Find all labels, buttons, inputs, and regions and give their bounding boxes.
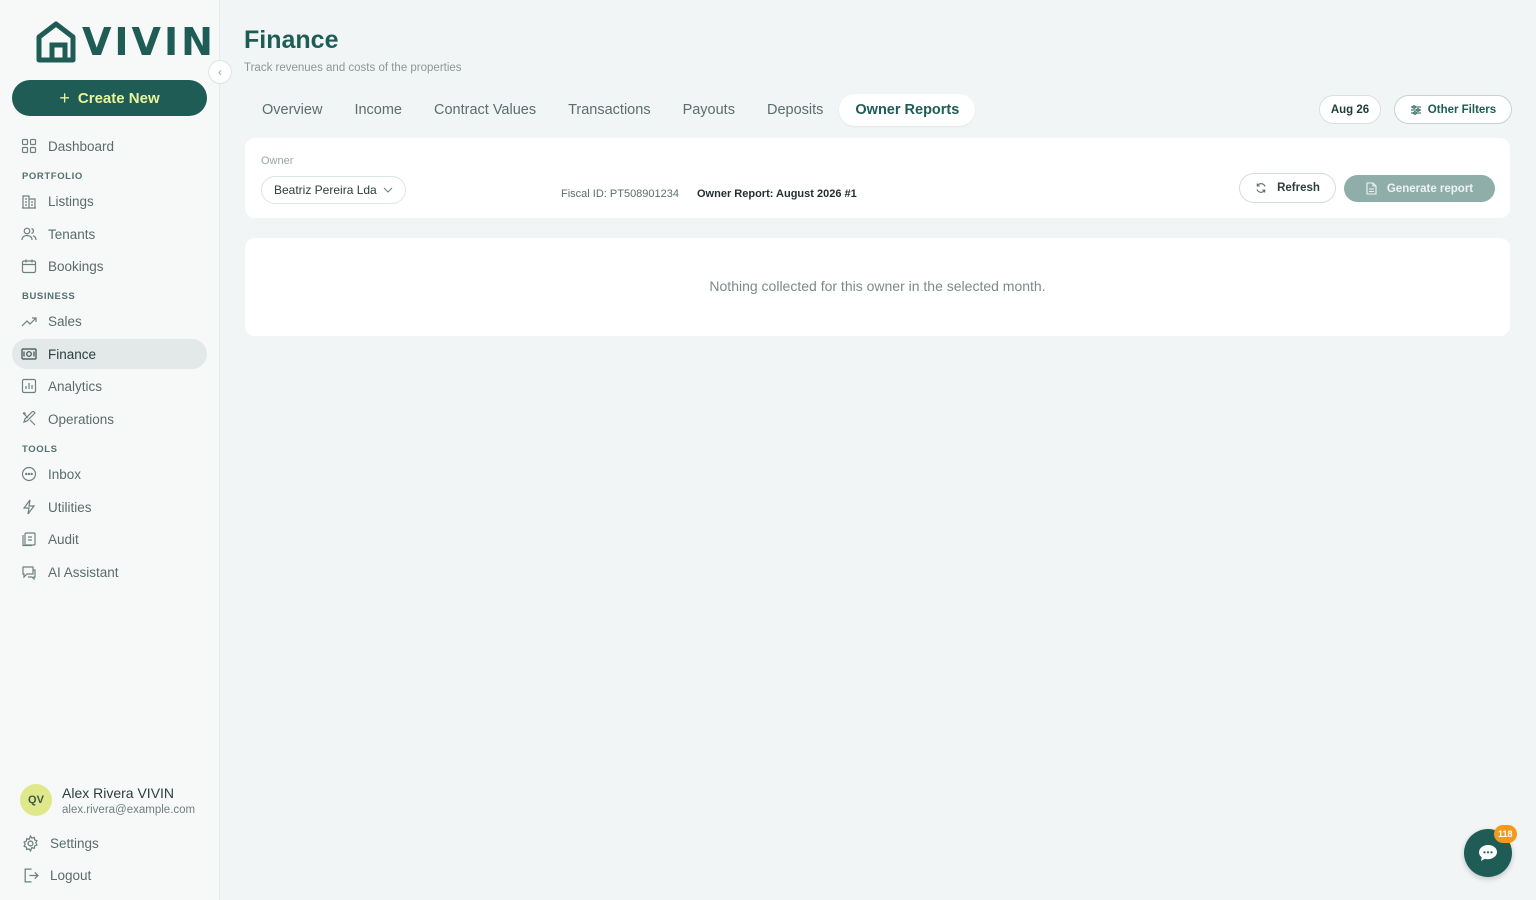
sidebar-item-label: Audit [48,531,79,547]
sidebar-item-operations[interactable]: Operations [12,404,207,434]
sidebar-item-tenants[interactable]: Tenants [12,219,207,249]
sidebar-item-label: Inbox [48,466,82,482]
sidebar-item-label: Finance [48,346,97,362]
create-new-button[interactable]: + Create New [12,80,207,116]
report-title: Owner Report: August 2026 #1 [697,188,857,200]
tab-deposits[interactable]: Deposits [751,94,839,126]
settings-link[interactable]: Settings [22,835,99,852]
sidebar-item-analytics[interactable]: Analytics [12,371,207,401]
section-business: BUSINESS [22,291,76,302]
sidebar-item-label: Listings [48,193,94,209]
sidebar-item-label: Utilities [48,499,92,515]
users-icon [21,227,37,241]
page-subtitle: Track revenues and costs of the properti… [244,62,462,74]
sidebar-item-sales[interactable]: Sales [12,306,207,336]
sidebar-item-dashboard[interactable]: Dashboard [12,131,207,161]
sidebar-item-bookings[interactable]: Bookings [12,251,207,281]
owner-label: Owner [261,155,294,167]
tab-income[interactable]: Income [338,94,418,126]
tab-overview[interactable]: Overview [246,94,338,126]
sidebar-item-label: Bookings [48,258,104,274]
period-label: Aug 26 [1330,103,1370,116]
sidebar-item-label: Operations [48,411,115,427]
collapse-sidebar-button[interactable]: ‹ [208,60,232,84]
tab-contract-values[interactable]: Contract Values [418,94,552,126]
calendar-icon [21,259,37,274]
ai-chat-icon [22,566,36,580]
empty-state-message: Nothing collected for this owner in the … [709,278,1046,294]
refresh-icon [1256,183,1266,193]
user-email: alex.rivera@example.com [62,803,196,816]
owner-select[interactable]: Beatriz Pereira Lda [261,176,406,204]
chevron-down-icon [383,187,393,193]
gear-icon [23,835,38,852]
sidebar-item-audit[interactable]: Audit [12,524,207,554]
sliders-icon [1410,104,1421,115]
period-selector[interactable]: Aug 26 [1319,95,1381,124]
sidebar-item-label: Tenants [48,226,96,242]
refresh-label: Refresh [1277,182,1320,194]
sidebar-item-utilities[interactable]: Utilities [12,492,207,522]
refresh-button[interactable]: Refresh [1239,173,1336,203]
generate-report-button[interactable]: Generate report [1344,175,1495,202]
sidebar-item-ai-assistant[interactable]: AI Assistant [12,557,207,587]
chevron-left-icon: ‹ [218,65,222,79]
tab-owner-reports[interactable]: Owner Reports [839,94,976,126]
logout-label: Logout [50,868,92,883]
sidebar-item-label: Dashboard [48,138,115,154]
avatar: QV [20,784,52,816]
sidebar-item-label: AI Assistant [48,564,119,580]
tab-transactions[interactable]: Transactions [552,94,666,126]
finance-tabs: Overview Income Contract Values Transact… [246,93,976,127]
owner-report-content: Nothing collected for this owner in the … [245,238,1510,336]
owner-report-toolbar: Owner Beatriz Pereira Lda Fiscal ID: PT5… [245,138,1510,218]
building-icon [22,195,36,209]
document-icon [1366,182,1377,195]
chat-badge: 118 [1494,825,1517,843]
brand-logo[interactable]: VIVIN [36,20,216,64]
home-logo-icon [36,21,76,63]
money-icon [21,348,37,360]
fiscal-id: Fiscal ID: PT508901234 [561,188,680,200]
user-profile[interactable]: QV Alex Rivera VIVIN alex.rivera@example… [20,784,196,816]
section-tools: TOOLS [22,444,58,455]
owner-value: Beatriz Pereira Lda [274,183,377,197]
grid-icon [21,138,37,154]
sidebar-item-label: Analytics [48,378,103,394]
other-filters-button[interactable]: Other Filters [1394,95,1512,124]
sidebar-item-listings[interactable]: Listings [12,186,207,216]
generate-report-label: Generate report [1386,182,1474,195]
logout-link[interactable]: Logout [22,867,91,884]
trending-up-icon [21,317,37,327]
clipboard-icon [22,532,36,547]
tab-payouts[interactable]: Payouts [667,94,751,126]
create-new-label: Create New [77,89,160,107]
other-filters-label: Other Filters [1427,103,1497,116]
tools-icon [22,411,36,426]
sidebar-item-finance[interactable]: Finance [12,339,207,369]
chat-bubble-icon [21,466,37,482]
lightning-icon [22,499,36,515]
user-name: Alex Rivera VIVIN [62,784,175,801]
chat-icon [1479,845,1497,861]
logout-icon [24,868,39,883]
sidebar-item-inbox[interactable]: Inbox [12,459,207,489]
page-title: Finance [244,26,339,54]
brand-name: VIVIN [82,20,216,64]
section-portfolio: PORTFOLIO [22,171,83,182]
sidebar-item-label: Sales [48,313,82,329]
settings-label: Settings [50,836,99,851]
chart-icon [21,378,37,394]
plus-icon: + [59,87,70,108]
